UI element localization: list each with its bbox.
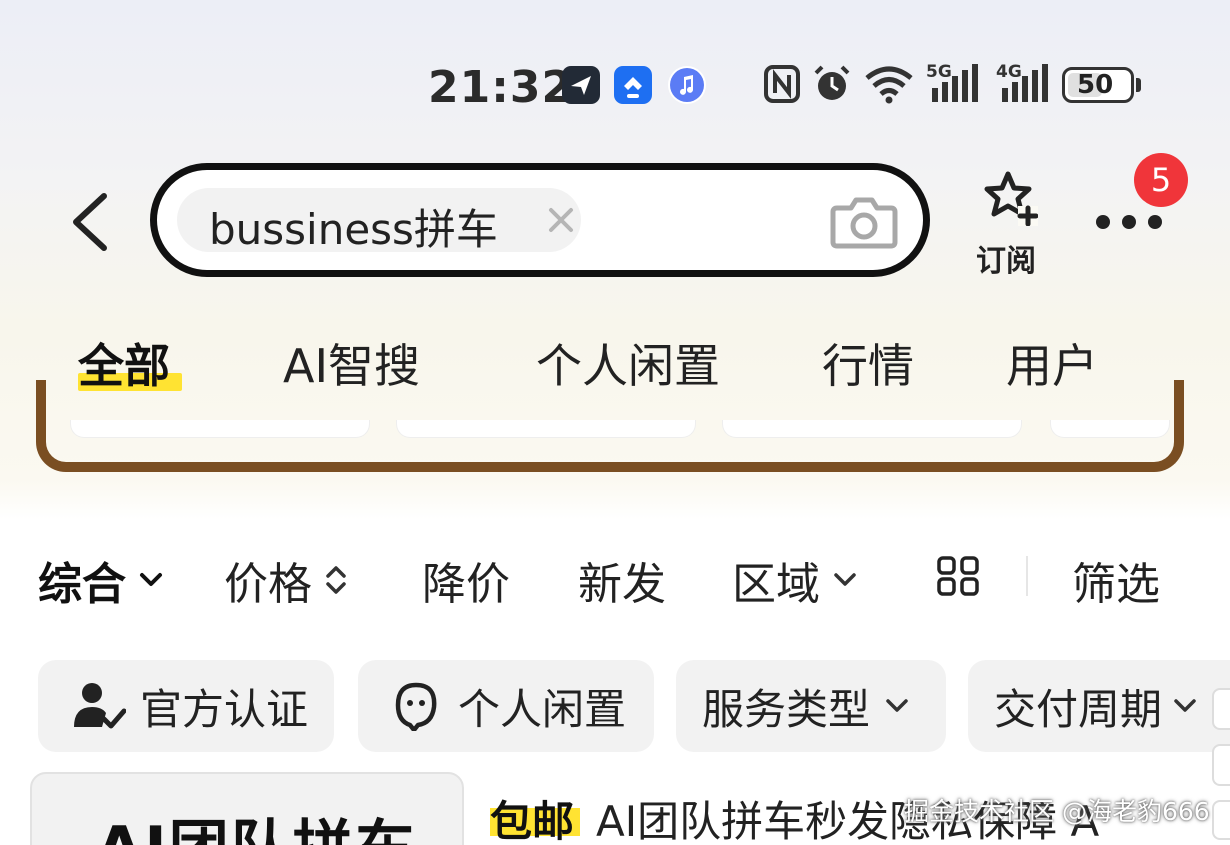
sort-region-label: 区域	[732, 559, 820, 610]
chip-label: 服务类型	[702, 684, 871, 734]
sort-price-drop[interactable]: 降价	[422, 548, 510, 612]
sort-newest[interactable]: 新发	[578, 548, 666, 612]
product-image[interactable]: AI团队拼车	[30, 772, 464, 845]
music-icon	[668, 66, 706, 104]
chip-label: 个人闲置	[458, 684, 627, 734]
chevron-down-icon	[1174, 699, 1196, 712]
chevron-down-icon	[834, 573, 856, 586]
filter-button[interactable]: 筛选	[1072, 548, 1160, 612]
floating-edge-button[interactable]	[1212, 688, 1230, 730]
paper-plane-icon	[562, 66, 600, 104]
watermark: 掘金技术社区 @海老豹666	[904, 797, 1210, 826]
signal-4g-icon: 4G	[996, 62, 1054, 104]
sort-price-label: 价格	[224, 559, 312, 610]
nfc-icon	[764, 64, 800, 104]
search-query-chip[interactable]: bussiness拼车	[177, 188, 581, 254]
wifi-icon	[864, 64, 914, 104]
product-image-text: AI团队拼车	[96, 800, 417, 845]
subscribe-label[interactable]: 订阅	[976, 236, 1036, 280]
chip-official-verified[interactable]: 官方认证	[38, 660, 334, 752]
more-icon[interactable]	[1094, 208, 1164, 236]
ai-search-app-icon	[614, 66, 652, 104]
sort-price[interactable]: 价格	[224, 548, 348, 612]
battery-level: 50	[1077, 70, 1114, 100]
divider	[1026, 556, 1028, 596]
battery-icon: 50	[1062, 64, 1142, 104]
sort-updown-icon	[326, 566, 346, 594]
chip-personal-idle[interactable]: 个人闲置	[358, 660, 654, 752]
signal-5g-icon: 5G	[926, 62, 984, 104]
clear-icon[interactable]	[545, 204, 577, 236]
back-button[interactable]	[64, 190, 116, 254]
status-time: 21:32	[428, 62, 574, 113]
status-bar: 21:32 5G 4G 50	[0, 40, 1230, 130]
person-face-icon	[395, 682, 437, 731]
floating-edge-button[interactable]	[1212, 800, 1230, 840]
verified-user-icon	[74, 683, 126, 729]
star-plus-icon[interactable]	[982, 170, 1038, 226]
search-query: bussiness拼车	[209, 205, 498, 254]
chip-label: 官方认证	[140, 684, 309, 734]
chevron-down-icon	[140, 573, 162, 586]
chevron-down-icon	[886, 699, 908, 712]
camera-icon[interactable]	[829, 194, 899, 250]
grid-view-icon[interactable]	[936, 556, 980, 596]
free-shipping-tag: 包邮	[490, 797, 575, 845]
sort-comprehensive-label: 综合	[38, 559, 126, 610]
chip-delivery-period[interactable]: 交付周期	[968, 660, 1230, 752]
notification-badge: 5	[1134, 153, 1188, 207]
sort-comprehensive[interactable]: 综合	[38, 548, 164, 612]
search-box[interactable]: bussiness拼车	[150, 163, 930, 277]
sort-region[interactable]: 区域	[732, 548, 858, 612]
alarm-icon	[812, 64, 852, 104]
floating-edge-button[interactable]	[1212, 744, 1230, 786]
chip-service-type[interactable]: 服务类型	[676, 660, 946, 752]
chevron-left-icon	[73, 193, 107, 251]
promo-card-frame	[36, 380, 1184, 472]
chip-label: 交付周期	[994, 684, 1163, 734]
